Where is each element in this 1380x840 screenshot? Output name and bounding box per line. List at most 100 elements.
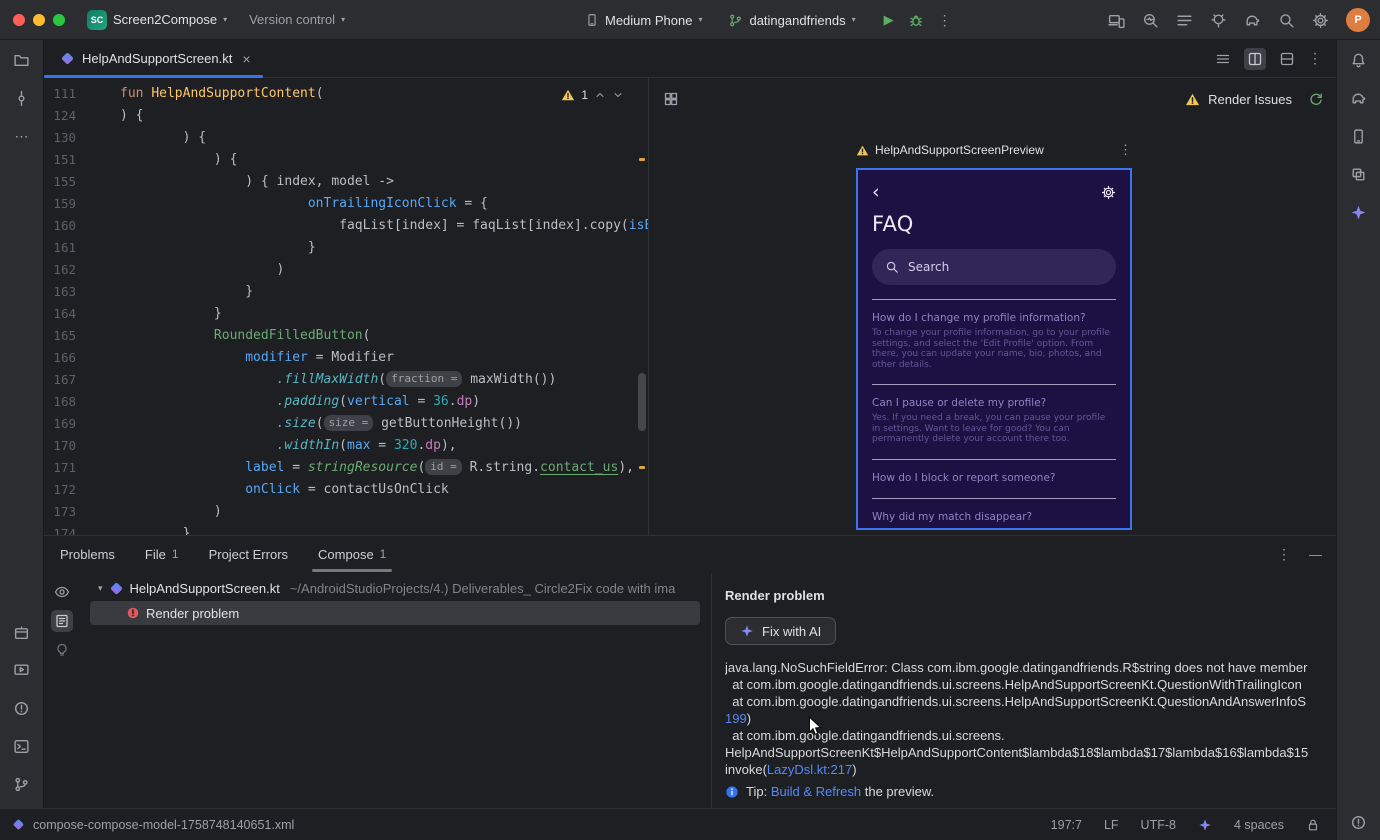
- terminal-tool-icon[interactable]: [8, 732, 36, 760]
- faq-question[interactable]: How do I change my profile information?: [872, 312, 1116, 324]
- more-tools-icon[interactable]: ⋯: [8, 122, 36, 150]
- hide-panel-icon[interactable]: —: [1309, 547, 1322, 562]
- next-issue-icon[interactable]: [612, 89, 624, 101]
- code-line[interactable]: 163 }: [44, 281, 648, 303]
- profiler-icon[interactable]: [1142, 12, 1159, 29]
- debug-button[interactable]: [908, 12, 924, 28]
- editor-options-icon[interactable]: ⋮: [1308, 50, 1322, 67]
- vcs-widget[interactable]: Version control ▾: [249, 12, 345, 27]
- app-quality-insights-icon[interactable]: [1210, 12, 1227, 29]
- ai-status-icon[interactable]: [1198, 818, 1212, 832]
- run-button[interactable]: ▶: [884, 12, 894, 28]
- settings-gear-icon[interactable]: [1312, 12, 1329, 29]
- search-icon[interactable]: [1278, 12, 1295, 29]
- warning-stripe-mark[interactable]: [639, 466, 645, 469]
- faq-search-bar[interactable]: Search: [872, 249, 1116, 285]
- code-line[interactable]: 159 onTrailingIconClick = {: [44, 193, 648, 215]
- device-selector[interactable]: Medium Phone ▾: [585, 13, 702, 28]
- code-line[interactable]: 162 ): [44, 259, 648, 281]
- branch-selector[interactable]: datingandfriends ▾: [728, 13, 856, 28]
- device-mirror-icon[interactable]: [1108, 12, 1125, 29]
- panel-options-icon[interactable]: ⋮: [1277, 546, 1291, 563]
- code-line[interactable]: 111 fun HelpAndSupportContent(: [44, 83, 648, 105]
- stack-link[interactable]: LazyDsl.kt:217: [767, 762, 852, 777]
- macos-minimize-button[interactable]: [33, 13, 45, 26]
- layout-inspector-icon[interactable]: [1345, 160, 1373, 188]
- code-line[interactable]: 166 modifier = Modifier: [44, 347, 648, 369]
- build-refresh-link[interactable]: Build & Refresh: [771, 784, 861, 799]
- editor-scrollbar[interactable]: [638, 78, 646, 535]
- code-view-icon[interactable]: [1212, 48, 1234, 70]
- preview-options-icon[interactable]: ⋮: [1119, 142, 1132, 158]
- faq-question[interactable]: Can I pause or delete my profile?: [872, 397, 1116, 409]
- gradle-tool-icon[interactable]: [1345, 84, 1373, 112]
- code-line[interactable]: 165 RoundedFilledButton(: [44, 325, 648, 347]
- structure-icon[interactable]: [1176, 12, 1193, 29]
- code-line[interactable]: 171 label = stringResource(id = R.string…: [44, 457, 648, 479]
- code-line[interactable]: 174 }: [44, 523, 648, 535]
- render-issues-widget[interactable]: Render Issues: [1185, 91, 1324, 107]
- quick-fix-bulb-icon[interactable]: [51, 639, 73, 661]
- inspections-widget[interactable]: 1: [561, 88, 624, 102]
- faq-question[interactable]: How do I block or report someone?: [872, 472, 1116, 484]
- more-actions-icon[interactable]: ⋮: [938, 12, 952, 29]
- preview-card-header[interactable]: HelpAndSupportScreenPreview ⋮: [856, 142, 1132, 158]
- split-view-icon[interactable]: [1244, 47, 1266, 70]
- lock-icon[interactable]: [1306, 818, 1320, 832]
- version-control-tool-icon[interactable]: [8, 770, 36, 798]
- commit-tool-icon[interactable]: [8, 84, 36, 112]
- line-separator[interactable]: LF: [1104, 818, 1119, 832]
- problems-tab-compose[interactable]: Compose 1: [312, 536, 393, 572]
- code-line[interactable]: 151 ) {: [44, 149, 648, 171]
- tree-expand-icon[interactable]: ▾: [98, 583, 103, 594]
- back-arrow-icon[interactable]: ‹: [872, 182, 880, 202]
- problems-tab-project-errors[interactable]: Project Errors: [209, 536, 288, 572]
- user-avatar[interactable]: P: [1346, 8, 1370, 32]
- statusbar-file-widget[interactable]: compose-compose-model-1758748140651.xml: [12, 818, 294, 832]
- tree-file-row[interactable]: ▾ HelpAndSupportScreen.kt ~/AndroidStudi…: [80, 576, 710, 600]
- gemini-sparkle-icon[interactable]: [1345, 198, 1373, 226]
- prev-issue-icon[interactable]: [594, 89, 606, 101]
- stack-link[interactable]: 199: [725, 711, 747, 726]
- editor-tab[interactable]: HelpAndSupportScreen.kt ×: [44, 40, 263, 78]
- code-line[interactable]: 160 faqList[index] = faqList[index].copy…: [44, 215, 648, 237]
- problems-tab-problems[interactable]: Problems: [60, 536, 115, 572]
- code-line[interactable]: 168 .padding(vertical = 36.dp): [44, 391, 648, 413]
- gradle-icon[interactable]: [1244, 12, 1261, 29]
- notifications-bell-icon[interactable]: [1345, 46, 1373, 74]
- preview-problem-icon[interactable]: [51, 581, 73, 603]
- project-tool-icon[interactable]: [8, 46, 36, 74]
- code-editor[interactable]: 111 fun HelpAndSupportContent(124) {130 )…: [44, 78, 648, 535]
- problems-tool-icon[interactable]: [8, 694, 36, 722]
- project-widget[interactable]: SC Screen2Compose ▾: [87, 9, 227, 30]
- close-tab-icon[interactable]: ×: [242, 51, 250, 67]
- code-line[interactable]: 155 ) { index, model ->: [44, 171, 648, 193]
- file-encoding[interactable]: UTF-8: [1141, 818, 1176, 832]
- problems-tab-file[interactable]: File 1: [145, 536, 179, 572]
- macos-close-button[interactable]: [13, 13, 25, 26]
- tree-problem-row[interactable]: Render problem: [90, 601, 700, 625]
- code-line[interactable]: 169 .size(size = getButtonHeight()): [44, 413, 648, 435]
- scrollbar-thumb[interactable]: [638, 373, 646, 431]
- preview-layout-icon[interactable]: [663, 91, 679, 107]
- code-line[interactable]: 124) {: [44, 105, 648, 127]
- show-details-icon[interactable]: [51, 610, 73, 632]
- event-log-icon[interactable]: [1345, 808, 1373, 836]
- fix-with-ai-button[interactable]: Fix with AI: [725, 617, 837, 645]
- caret-position[interactable]: 197:7: [1051, 818, 1082, 832]
- settings-gear-icon[interactable]: [1101, 185, 1116, 200]
- code-line[interactable]: 130 ) {: [44, 127, 648, 149]
- faq-question[interactable]: Why did my match disappear?: [872, 511, 1116, 523]
- refresh-preview-icon[interactable]: [1308, 91, 1324, 107]
- code-line[interactable]: 161 }: [44, 237, 648, 259]
- macos-fullscreen-button[interactable]: [53, 13, 65, 26]
- build-tool-icon[interactable]: [8, 618, 36, 646]
- code-line[interactable]: 167 .fillMaxWidth(fraction = maxWidth()): [44, 369, 648, 391]
- running-devices-icon[interactable]: [8, 656, 36, 684]
- design-view-icon[interactable]: [1276, 48, 1298, 70]
- device-manager-icon[interactable]: [1345, 122, 1373, 150]
- code-line[interactable]: 164 }: [44, 303, 648, 325]
- code-line[interactable]: 170 .widthIn(max = 320.dp),: [44, 435, 648, 457]
- warning-stripe-mark[interactable]: [639, 158, 645, 161]
- indent-style[interactable]: 4 spaces: [1234, 818, 1284, 832]
